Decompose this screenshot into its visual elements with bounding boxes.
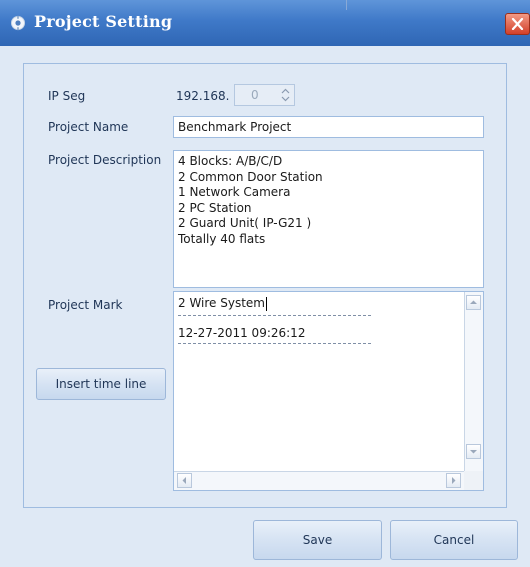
description-line: 4 Blocks: A/B/C/D	[178, 154, 283, 168]
close-icon	[511, 18, 524, 30]
vertical-scrollbar[interactable]	[464, 292, 483, 473]
arrow-up-icon	[470, 300, 477, 304]
description-line: Totally 40 flats	[178, 231, 266, 246]
dialog-title: Project Setting	[34, 12, 173, 31]
project-mark-timestamp: 12-27-2011 09:26:12	[178, 326, 306, 340]
scroll-down-button[interactable]	[466, 444, 481, 459]
project-description-textarea[interactable]: 4 Blocks: A/B/C/D 2 Common Door Station …	[173, 150, 484, 288]
project-setting-dialog: Project Setting IP Seg 192.168. 0 Projec…	[0, 0, 530, 567]
settings-icon	[10, 15, 26, 31]
project-mark-textarea[interactable]: 2 Wire System 12-27-2011 09:26:12	[173, 291, 484, 491]
scroll-up-button[interactable]	[466, 295, 481, 310]
insert-time-line-button[interactable]: Insert time line	[36, 368, 166, 400]
description-line: 2 Common Door Station	[178, 169, 323, 184]
project-description-label: Project Description	[48, 153, 162, 167]
description-line: 2 PC Station	[178, 200, 252, 215]
project-name-input[interactable]: Benchmark Project	[173, 116, 484, 138]
save-button[interactable]: Save	[253, 520, 382, 560]
title-separator	[346, 0, 347, 10]
project-mark-line: 2 Wire System	[178, 296, 265, 310]
text-caret	[266, 296, 267, 311]
arrow-left-icon	[182, 477, 186, 484]
horizontal-scrollbar[interactable]	[174, 471, 466, 490]
project-mark-content: 2 Wire System 12-27-2011 09:26:12	[178, 295, 458, 353]
scroll-left-button[interactable]	[177, 473, 192, 488]
cancel-button[interactable]: Cancel	[390, 520, 518, 560]
arrow-down-icon	[470, 450, 477, 454]
description-line: 1 Network Camera	[178, 185, 291, 199]
dashed-separator	[178, 315, 371, 317]
close-button[interactable]	[505, 13, 530, 35]
project-mark-label: Project Mark	[48, 298, 123, 312]
title-bar: Project Setting	[0, 0, 530, 46]
arrow-right-icon	[452, 477, 456, 484]
spinner-arrows-icon[interactable]	[280, 87, 291, 103]
scroll-right-button[interactable]	[446, 473, 461, 488]
ip-seg-label: IP Seg	[48, 89, 86, 103]
dashed-separator	[178, 343, 371, 345]
ip-prefix: 192.168.	[176, 89, 230, 103]
description-line: 2 Guard Unit( IP-G21 )	[178, 216, 312, 230]
ip-seg-stepper[interactable]: 0	[234, 84, 295, 106]
ip-seg-value: 0	[251, 88, 259, 102]
project-name-label: Project Name	[48, 120, 129, 134]
scrollbar-corner	[464, 471, 483, 490]
